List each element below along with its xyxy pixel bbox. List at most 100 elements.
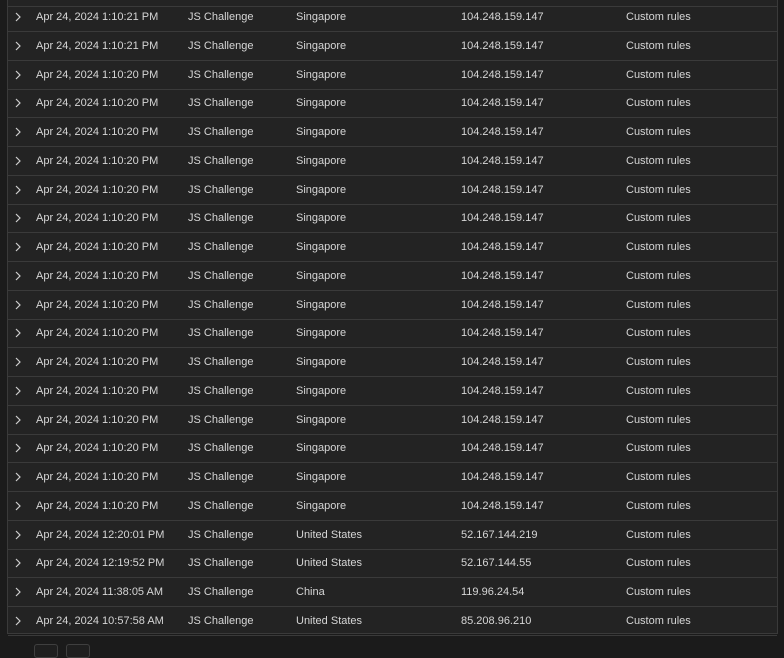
row-action: JS Challenge (188, 39, 254, 52)
table-row[interactable]: Apr 24, 2024 1:10:20 PM JS Challenge Sin… (8, 348, 777, 377)
row-service: Custom rules (626, 39, 691, 52)
row-country: Singapore (296, 183, 347, 196)
row-ip-address: 104.248.159.147 (461, 298, 544, 311)
table-row[interactable]: Apr 24, 2024 1:10:20 PM JS Challenge Sin… (8, 89, 777, 119)
table-row[interactable]: Apr 24, 2024 1:10:20 PM JS Challenge Sin… (8, 262, 777, 291)
row-country: China (296, 586, 325, 598)
row-action: JS Challenge (188, 212, 254, 225)
chevron-right-icon[interactable] (12, 615, 24, 627)
row-date: Apr 24, 2024 12:19:52 PM (36, 557, 165, 570)
row-country: Singapore (296, 68, 347, 81)
pagination-next-button[interactable] (66, 644, 90, 658)
chevron-right-icon[interactable] (12, 11, 24, 23)
events-table: Apr 24, 2024 1:10:21 PM JS Challenge Sin… (7, 0, 778, 636)
row-service: Custom rules (626, 356, 691, 368)
table-row[interactable]: Apr 24, 2024 1:10:20 PM JS Challenge Sin… (8, 434, 777, 464)
row-action: JS Challenge (188, 413, 254, 426)
chevron-right-icon[interactable] (12, 471, 24, 483)
chevron-right-icon[interactable] (12, 69, 24, 81)
chevron-right-icon[interactable] (12, 40, 24, 52)
row-service: Custom rules (626, 442, 691, 455)
row-action: JS Challenge (188, 586, 254, 598)
row-country: Singapore (296, 471, 347, 483)
chevron-right-icon[interactable] (12, 414, 24, 426)
chevron-right-icon[interactable] (12, 241, 24, 253)
row-date: Apr 24, 2024 11:38:05 AM (36, 586, 163, 598)
row-date: Apr 24, 2024 1:10:20 PM (36, 384, 159, 397)
row-date: Apr 24, 2024 12:20:01 PM (36, 528, 165, 541)
chevron-right-icon[interactable] (12, 586, 24, 598)
chevron-right-icon[interactable] (12, 270, 24, 282)
chevron-right-icon[interactable] (12, 126, 24, 138)
row-ip-address: 119.96.24.54 (461, 586, 525, 598)
chevron-right-icon[interactable] (12, 327, 24, 339)
row-ip-address: 104.248.159.147 (461, 183, 544, 196)
table-row[interactable]: Apr 24, 2024 1:10:20 PM JS Challenge Sin… (8, 118, 777, 147)
chevron-right-icon[interactable] (12, 212, 24, 224)
chevron-right-icon[interactable] (12, 529, 24, 541)
row-date: Apr 24, 2024 1:10:20 PM (36, 356, 159, 368)
table-row[interactable]: Apr 24, 2024 10:57:58 AM JS Challenge Un… (8, 607, 777, 636)
table-row[interactable]: Apr 24, 2024 1:10:20 PM JS Challenge Sin… (8, 233, 777, 262)
row-service: Custom rules (626, 126, 691, 138)
row-country: Singapore (296, 212, 347, 225)
row-service: Custom rules (626, 68, 691, 81)
chevron-right-icon[interactable] (12, 557, 24, 569)
table-row[interactable]: Apr 24, 2024 1:10:20 PM JS Challenge Sin… (8, 463, 777, 492)
row-action: JS Challenge (188, 183, 254, 196)
row-ip-address: 104.248.159.147 (461, 327, 544, 340)
row-action: JS Challenge (188, 327, 254, 340)
row-service: Custom rules (626, 97, 691, 110)
table-row[interactable]: Apr 24, 2024 12:19:52 PM JS Challenge Un… (8, 549, 777, 579)
table-row[interactable]: Apr 24, 2024 1:10:21 PM JS Challenge Sin… (8, 32, 777, 61)
table-row[interactable]: Apr 24, 2024 1:10:20 PM JS Challenge Sin… (8, 406, 777, 435)
table-row[interactable]: Apr 24, 2024 1:10:21 PM JS Challenge Sin… (8, 3, 777, 32)
row-service: Custom rules (626, 298, 691, 311)
row-ip-address: 52.167.144.55 (461, 557, 532, 570)
row-date: Apr 24, 2024 1:10:20 PM (36, 183, 159, 196)
row-date: Apr 24, 2024 1:10:20 PM (36, 499, 159, 512)
chevron-right-icon[interactable] (12, 356, 24, 368)
row-country: United States (296, 557, 363, 570)
row-ip-address: 104.248.159.147 (461, 269, 544, 282)
table-row[interactable]: Apr 24, 2024 1:10:20 PM JS Challenge Sin… (8, 176, 777, 205)
row-country: United States (296, 528, 363, 541)
row-action: JS Challenge (188, 68, 254, 81)
row-ip-address: 104.248.159.147 (461, 97, 544, 110)
chevron-right-icon[interactable] (12, 299, 24, 311)
row-date: Apr 24, 2024 1:10:21 PM (36, 39, 159, 52)
row-country: Singapore (296, 298, 347, 311)
row-country: Singapore (296, 499, 347, 512)
row-country: Singapore (296, 442, 347, 455)
row-service: Custom rules (626, 499, 691, 512)
table-row[interactable]: Apr 24, 2024 1:10:20 PM JS Challenge Sin… (8, 377, 777, 406)
row-ip-address: 104.248.159.147 (461, 126, 544, 138)
table-row[interactable]: Apr 24, 2024 1:10:20 PM JS Challenge Sin… (8, 204, 777, 234)
pagination-prev-button[interactable] (34, 644, 58, 658)
table-row[interactable]: Apr 24, 2024 1:10:20 PM JS Challenge Sin… (8, 319, 777, 349)
table-row[interactable]: Apr 24, 2024 12:20:01 PM JS Challenge Un… (8, 521, 777, 550)
row-service: Custom rules (626, 528, 691, 541)
row-action: JS Challenge (188, 356, 254, 368)
table-row[interactable]: Apr 24, 2024 1:10:20 PM JS Challenge Sin… (8, 291, 777, 320)
chevron-right-icon[interactable] (12, 184, 24, 196)
row-ip-address: 85.208.96.210 (461, 614, 532, 627)
table-row[interactable]: Apr 24, 2024 11:38:05 AM JS Challenge Ch… (8, 578, 777, 607)
row-country: Singapore (296, 356, 347, 368)
table-row[interactable]: Apr 24, 2024 1:10:20 PM JS Challenge Sin… (8, 147, 777, 176)
row-ip-address: 104.248.159.147 (461, 471, 544, 483)
row-date: Apr 24, 2024 1:10:20 PM (36, 413, 159, 426)
row-ip-address: 52.167.144.219 (461, 528, 538, 541)
chevron-right-icon[interactable] (12, 500, 24, 512)
row-country: Singapore (296, 154, 347, 167)
row-date: Apr 24, 2024 1:10:20 PM (36, 269, 159, 282)
table-row[interactable]: Apr 24, 2024 1:10:20 PM JS Challenge Sin… (8, 492, 777, 521)
chevron-right-icon[interactable] (12, 97, 24, 109)
row-service: Custom rules (626, 557, 691, 570)
chevron-right-icon[interactable] (12, 442, 24, 454)
chevron-right-icon[interactable] (12, 155, 24, 167)
chevron-right-icon[interactable] (12, 385, 24, 397)
table-row[interactable]: Apr 24, 2024 1:10:20 PM JS Challenge Sin… (8, 61, 777, 90)
row-date: Apr 24, 2024 1:10:20 PM (36, 241, 159, 253)
row-ip-address: 104.248.159.147 (461, 356, 544, 368)
